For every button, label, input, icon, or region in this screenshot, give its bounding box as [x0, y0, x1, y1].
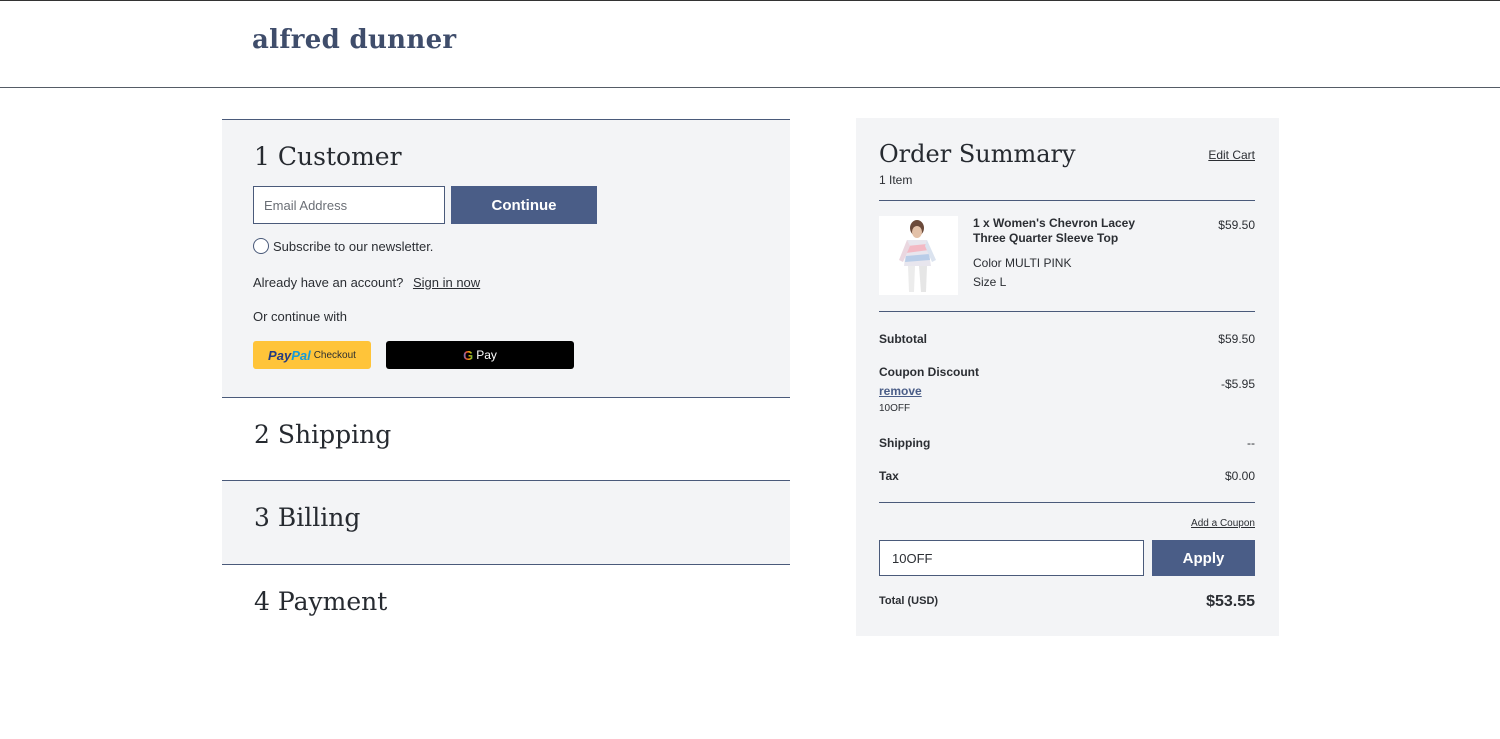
- product-name: 1 x Women's Chevron Lacey Three Quarter …: [973, 216, 1136, 245]
- step-shipping-title: 2 Shipping: [254, 420, 391, 449]
- google-pay-button[interactable]: G Pay: [386, 341, 574, 369]
- step-shipping: 2 Shipping: [222, 397, 790, 480]
- item-count: 1 Item: [879, 173, 913, 187]
- site-header: alfred dunner: [0, 0, 1500, 88]
- radio-circle-icon[interactable]: [253, 238, 269, 254]
- step-label: Customer: [277, 142, 402, 171]
- coupon-discount-value: -$5.95: [1220, 377, 1255, 391]
- coupon-discount-label: Coupon Discount: [879, 365, 979, 379]
- total-label: Total (USD): [879, 595, 939, 607]
- step-customer: 1Customer Continue Subscribe to our news…: [222, 119, 790, 397]
- or-continue-text: Or continue with: [253, 309, 347, 324]
- paypal-pal: Pal: [291, 347, 311, 363]
- google-g-icon: G: [463, 347, 474, 363]
- divider: [879, 311, 1255, 312]
- product-color: Color MULTI PINK: [973, 256, 1072, 270]
- google-pay-label: Pay: [476, 348, 497, 362]
- coupon-code-input[interactable]: [879, 540, 1144, 576]
- subtotal-label: Subtotal: [879, 332, 927, 346]
- edit-cart-link[interactable]: Edit Cart: [1208, 148, 1255, 162]
- checkout-steps: 1Customer Continue Subscribe to our news…: [222, 119, 790, 639]
- email-field[interactable]: [253, 186, 445, 224]
- order-summary: Order Summary Edit Cart 1 Item 1 x Women…: [856, 118, 1279, 636]
- tax-label: Tax: [879, 469, 899, 483]
- divider: [879, 200, 1255, 201]
- paypal-logo-icon: PayPal: [268, 348, 311, 363]
- step-number: 2: [254, 420, 270, 449]
- account-prompt-line: Already have an account? Sign in now: [253, 275, 480, 290]
- product-image: [879, 216, 958, 295]
- continue-button[interactable]: Continue: [451, 186, 597, 224]
- order-summary-title: Order Summary: [879, 140, 1076, 168]
- product-price: $59.50: [1218, 218, 1255, 232]
- remove-coupon-link[interactable]: remove: [879, 384, 922, 398]
- applied-coupon-code: 10OFF: [879, 403, 911, 414]
- step-number: 4: [254, 587, 270, 616]
- shipping-label: Shipping: [879, 436, 931, 450]
- apply-coupon-button[interactable]: Apply: [1152, 540, 1255, 576]
- product-size: Size L: [973, 275, 1007, 289]
- step-label: Payment: [277, 587, 388, 616]
- divider: [879, 502, 1255, 503]
- step-label: Billing: [277, 503, 361, 532]
- step-payment-title: 4 Payment: [254, 587, 387, 616]
- add-coupon-link[interactable]: Add a Coupon: [1191, 518, 1255, 529]
- brand-logo[interactable]: alfred dunner: [252, 25, 456, 55]
- newsletter-option[interactable]: Subscribe to our newsletter.: [253, 238, 433, 254]
- sign-in-link[interactable]: Sign in now: [413, 275, 480, 290]
- step-number: 1: [254, 142, 270, 171]
- subtotal-value: $59.50: [1218, 332, 1255, 346]
- step-number: 3: [254, 503, 270, 532]
- paypal-pay: Pay: [268, 347, 292, 363]
- total-value: $53.55: [1206, 593, 1255, 610]
- step-label: Shipping: [277, 420, 392, 449]
- step-billing-title: 3 Billing: [254, 503, 360, 532]
- paypal-checkout-label: Checkout: [313, 349, 356, 361]
- shipping-value: --: [1247, 436, 1255, 450]
- paypal-checkout-button[interactable]: PayPal Checkout: [253, 341, 371, 369]
- account-prompt: Already have an account?: [253, 275, 404, 290]
- step-customer-title: 1 Customer: [254, 142, 402, 171]
- step-payment: 4 Payment: [222, 564, 790, 639]
- tax-value: $0.00: [1224, 469, 1255, 483]
- step-billing: 3 Billing: [222, 480, 790, 564]
- newsletter-label: Subscribe to our newsletter.: [273, 238, 434, 254]
